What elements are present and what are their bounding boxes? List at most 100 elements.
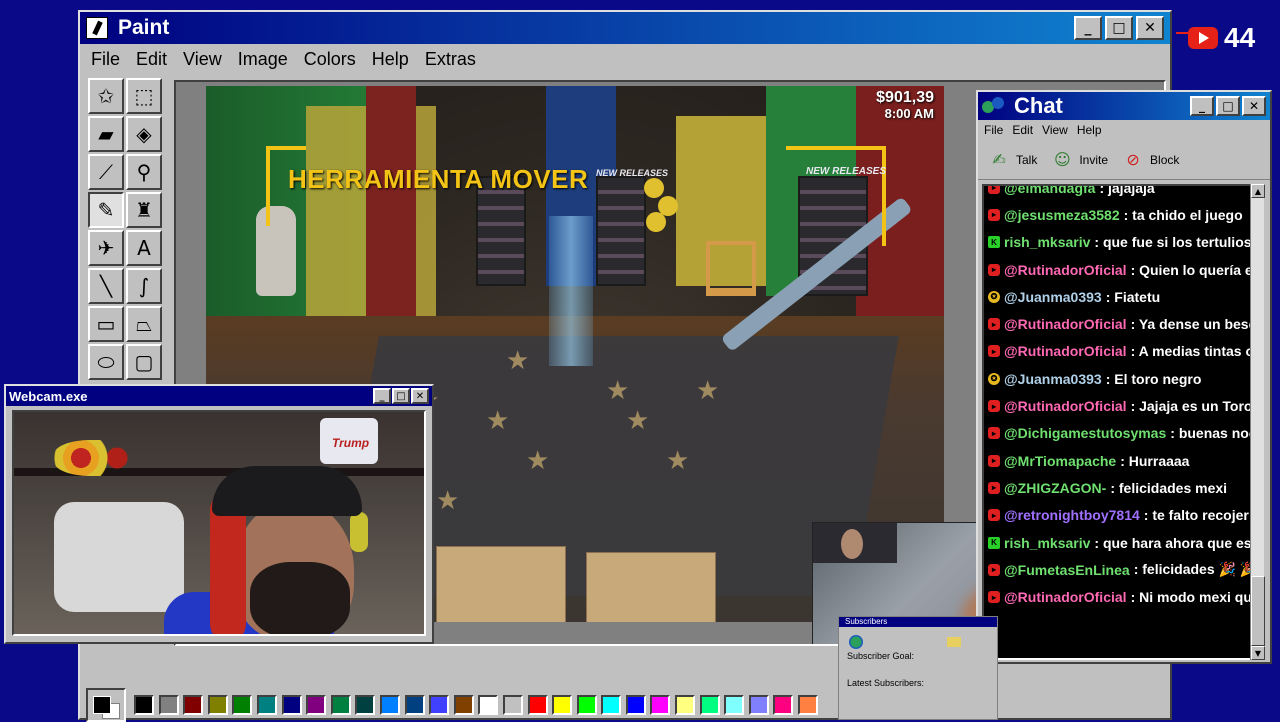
rect-select-tool[interactable]: ⬚ [126, 78, 162, 114]
curve-tool[interactable]: ∫ [126, 268, 162, 304]
chat-username[interactable]: @RutinadorOficial [1004, 398, 1127, 414]
color-swatch[interactable] [675, 695, 696, 715]
color-swatch[interactable] [552, 695, 573, 715]
fill-tool[interactable]: ◈ [126, 116, 162, 152]
chat-username[interactable]: @RutinadorOficial [1004, 316, 1127, 332]
menu-help[interactable]: Help [367, 47, 414, 72]
magnifier-tool[interactable]: ⚲ [126, 154, 162, 190]
chat-username[interactable]: rish_mksariv [1004, 535, 1090, 551]
menu-file[interactable]: File [86, 47, 125, 72]
ellipse-tool[interactable]: ⬭ [88, 344, 124, 380]
chat-title-bar[interactable]: Chat _ □ ✕ [978, 92, 1270, 120]
airbrush-tool[interactable]: ✈ [88, 230, 124, 266]
chat-message: ▸ @RutinadorOficial: Ya dense un beso mej… [984, 310, 1258, 337]
chat-title: Chat [1014, 93, 1063, 118]
color-swatch[interactable] [379, 695, 400, 715]
webcam-minimize-button[interactable]: _ [373, 388, 391, 404]
menu-view[interactable]: View [178, 47, 227, 72]
polygon-tool[interactable]: ⏢ [126, 306, 162, 342]
menu-colors[interactable]: Colors [299, 47, 361, 72]
chat-username[interactable]: @elmandagfa [1004, 186, 1095, 196]
chat-username[interactable]: @Juanma0393 [1004, 289, 1102, 305]
chat-text: : que fue si los tertulios lo dice [1094, 234, 1258, 251]
pencil-tool-icon: ✎ [97, 198, 115, 222]
color-swatch[interactable] [576, 695, 597, 715]
color-swatch[interactable] [527, 695, 548, 715]
rectangle-tool[interactable]: ▭ [88, 306, 124, 342]
menu-image[interactable]: Image [233, 47, 293, 72]
color-swatch[interactable] [404, 695, 425, 715]
webcam-close-button[interactable]: ✕ [411, 388, 429, 404]
menu-extras[interactable]: Extras [420, 47, 481, 72]
talk-button[interactable]: ✍ Talk [988, 150, 1037, 170]
eraser-tool[interactable]: ▰ [88, 116, 124, 152]
scroll-thumb[interactable] [1251, 576, 1265, 646]
menu-edit[interactable]: Edit [131, 47, 172, 72]
chat-username[interactable]: rish_mksariv [1004, 234, 1090, 250]
paint-title: Paint [118, 16, 170, 39]
chat-message-log[interactable]: ▸ @elmandagfa: jajajaja ▸ @jesusmeza3582: t… [982, 184, 1260, 660]
color-swatch[interactable] [134, 695, 154, 715]
chat-username[interactable]: @RutinadorOficial [1004, 343, 1127, 359]
color-swatch[interactable] [625, 695, 646, 715]
chat-text: : felicidades mexi [1110, 479, 1228, 496]
minimize-button[interactable]: _ [1074, 16, 1102, 40]
color-swatch[interactable] [748, 695, 769, 715]
chat-close-button[interactable]: ✕ [1242, 96, 1266, 116]
paint-title-bar[interactable]: Paint _ □ ✕ [80, 12, 1170, 44]
color-swatch[interactable] [232, 695, 253, 715]
color-swatch[interactable] [773, 695, 794, 715]
color-swatch[interactable] [478, 695, 499, 715]
scroll-up-arrow-icon[interactable]: ▲ [1251, 184, 1265, 198]
chat-maximize-button[interactable]: □ [1216, 96, 1240, 116]
pencil-tool[interactable]: ✎ [88, 192, 124, 228]
chat-username[interactable]: @RutinadorOficial [1004, 589, 1127, 605]
color-swatch[interactable] [355, 695, 376, 715]
color-swatch[interactable] [724, 695, 745, 715]
chat-minimize-button[interactable]: _ [1190, 96, 1214, 116]
color-swatch[interactable] [330, 695, 351, 715]
color-swatch[interactable] [256, 695, 277, 715]
color-picker-tool[interactable]: ⟋ [88, 154, 124, 190]
chat-username[interactable]: @retronightboy7814 [1004, 507, 1140, 523]
chat-username[interactable]: @MrTiomapache [1004, 453, 1116, 469]
text-tool[interactable]: A [126, 230, 162, 266]
color-swatch[interactable] [502, 695, 523, 715]
chat-username[interactable]: @ZHIGZAGON- [1004, 480, 1106, 496]
chat-menu-help[interactable]: Help [1077, 123, 1102, 137]
color-swatch[interactable] [281, 695, 302, 715]
chat-username[interactable]: @Juanma0393 [1004, 371, 1102, 387]
color-swatch[interactable] [798, 695, 819, 715]
block-button[interactable]: ⊘ Block [1122, 150, 1179, 170]
color-swatch[interactable] [306, 695, 327, 715]
webcam-maximize-button[interactable]: □ [392, 388, 410, 404]
color-swatch[interactable] [699, 695, 720, 715]
chat-menu-file[interactable]: File [984, 123, 1003, 137]
chat-username[interactable]: @RutinadorOficial [1004, 262, 1127, 278]
chat-username[interactable]: @Dichigamestutosymas [1004, 425, 1166, 441]
chat-username[interactable]: @jesusmeza3582 [1004, 207, 1120, 223]
line-tool[interactable]: ╲ [88, 268, 124, 304]
free-select-tool[interactable]: ✩ [88, 78, 124, 114]
color-swatch[interactable] [429, 695, 450, 715]
invite-button[interactable]: ☺ Invite [1051, 150, 1108, 170]
current-colors[interactable] [86, 688, 126, 722]
rounded-rect-tool[interactable]: ▢ [126, 344, 162, 380]
rectangle-tool-icon: ▭ [96, 312, 116, 336]
folder-icon [947, 637, 961, 647]
color-swatch[interactable] [158, 695, 179, 715]
webcam-title-bar[interactable]: Webcam.exe _ □ ✕ [6, 386, 432, 406]
maximize-button[interactable]: □ [1105, 16, 1133, 40]
chat-username[interactable]: @FumetasEnLinea [1004, 562, 1130, 578]
brush-tool[interactable]: ♜ [126, 192, 162, 228]
close-button[interactable]: ✕ [1136, 16, 1164, 40]
color-swatch[interactable] [207, 695, 228, 715]
chat-scrollbar[interactable]: ▲ ▼ [1250, 184, 1265, 660]
color-swatch[interactable] [601, 695, 622, 715]
chat-menu-edit[interactable]: Edit [1012, 123, 1033, 137]
color-swatch[interactable] [650, 695, 671, 715]
color-swatch[interactable] [183, 695, 204, 715]
scroll-down-arrow-icon[interactable]: ▼ [1251, 646, 1265, 660]
color-swatch[interactable] [453, 695, 474, 715]
chat-menu-view[interactable]: View [1042, 123, 1068, 137]
